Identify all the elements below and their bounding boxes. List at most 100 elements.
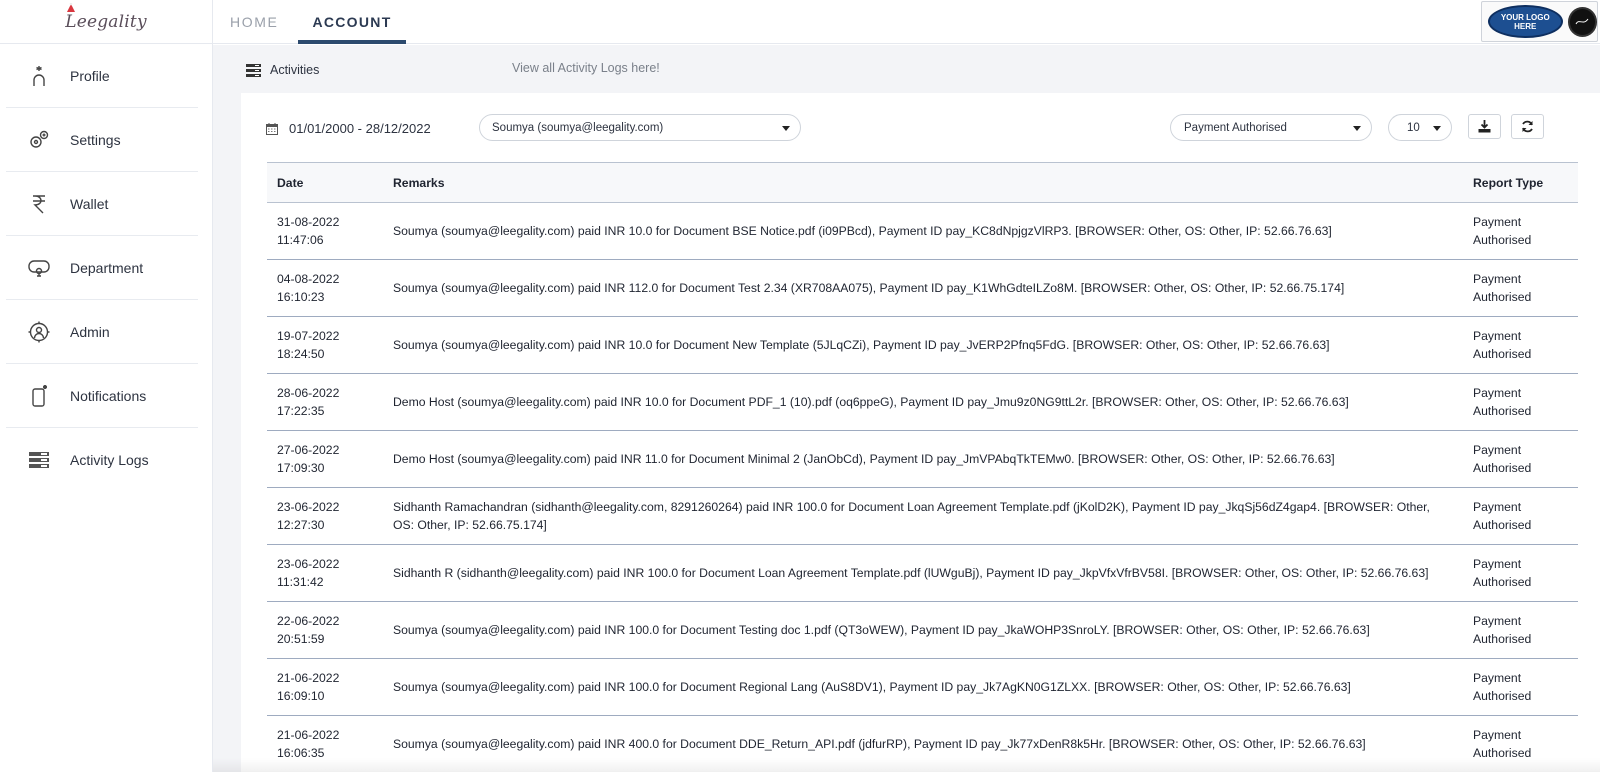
date-range-value: 01/01/2000 - 28/12/2022 (289, 121, 431, 136)
cell-remarks: Soumya (soumya@leegality.com) paid INR 1… (393, 281, 1345, 295)
column-header-report-type[interactable]: Report Type (1463, 163, 1578, 203)
activity-log-card: 01/01/2000 - 28/12/2022 Soumya (soumya@l… (241, 93, 1600, 772)
report-type-value: Payment Authorised (1184, 121, 1287, 134)
cell-report-type: Payment Authorised (1473, 329, 1532, 361)
cell-remarks: Demo Host (soumya@leegality.com) paid IN… (393, 395, 1349, 409)
cell-remarks: Soumya (soumya@leegality.com) paid INR 1… (393, 623, 1370, 637)
table-row: 21-06-2022 16:06:35 Soumya (soumya@leega… (267, 716, 1578, 772)
cell-report-type: Payment Authorised (1473, 443, 1532, 475)
activity-logs-icon (26, 447, 52, 473)
sidebar-item-settings[interactable]: Settings (6, 108, 198, 172)
sidebar-item-profile[interactable]: Profile (6, 44, 198, 108)
santa-hat-icon (67, 2, 76, 12)
cell-report-type: Payment Authorised (1473, 272, 1532, 304)
cell-remarks: Soumya (soumya@leegality.com) paid INR 4… (393, 737, 1366, 751)
report-type-select[interactable]: Payment Authorised (1170, 114, 1372, 141)
cell-remarks: Soumya (soumya@leegality.com) paid INR 1… (393, 680, 1351, 694)
cell-date: 28-06-2022 17:22:35 (277, 386, 340, 418)
refresh-icon (1522, 120, 1533, 133)
sidebar-item-label: Admin (70, 323, 110, 340)
sidebar-item-activity-logs[interactable]: Activity Logs (6, 428, 198, 492)
table-row: 31-08-2022 11:47:06 Soumya (soumya@leega… (267, 203, 1578, 260)
sidebar-item-label: Profile (70, 67, 110, 84)
chevron-down-icon (782, 126, 790, 131)
department-icon (26, 255, 52, 281)
cell-date: 27-06-2022 17:09:30 (277, 443, 340, 475)
activity-table: Date Remarks Report Type 31-08-2022 11:4… (267, 162, 1578, 772)
your-logo-here-badge: YOUR LOGO HERE (1488, 5, 1563, 38)
download-button[interactable] (1468, 114, 1501, 139)
top-navigation: HOME ACCOUNT YOUR LOGO HERE (213, 0, 1600, 44)
profile-icon (26, 63, 52, 89)
table-row: 28-06-2022 17:22:35 Demo Host (soumya@le… (267, 374, 1578, 431)
user-select-value: Soumya (soumya@leegality.com) (492, 121, 664, 134)
cell-remarks: Sidhanth R (sidhanth@leegality.com) paid… (393, 566, 1429, 580)
date-range-picker[interactable]: 01/01/2000 - 28/12/2022 (266, 121, 431, 136)
cell-date: 22-06-2022 20:51:59 (277, 614, 340, 646)
sidebar-item-label: Wallet (70, 195, 109, 212)
column-header-remarks[interactable]: Remarks (383, 163, 1463, 203)
sidebar-nav: Profile Settings Wallet Department Admin (0, 44, 212, 492)
cell-report-type: Payment Authorised (1473, 215, 1532, 247)
cell-report-type: Payment Authorised (1473, 614, 1532, 646)
user-select[interactable]: Soumya (soumya@leegality.com) (479, 114, 801, 141)
sidebar-item-label: Activity Logs (70, 452, 149, 468)
sidebar-item-notifications[interactable]: Notifications (6, 364, 198, 428)
calendar-icon (266, 122, 278, 135)
table-header-row: Date Remarks Report Type (267, 162, 1578, 203)
sidebar-item-label: Department (70, 259, 144, 276)
sidebar-item-admin[interactable]: Admin (6, 300, 198, 364)
table-row: 23-06-2022 12:27:30 Sidhanth Ramachandra… (267, 488, 1578, 545)
chevron-down-icon (1353, 126, 1361, 131)
table-row: 19-07-2022 18:24:50 Soumya (soumya@leega… (267, 317, 1578, 374)
cell-date: 21-06-2022 16:06:35 (277, 728, 340, 760)
client-logo[interactable]: YOUR LOGO HERE (1481, 1, 1598, 42)
table-row: 22-06-2022 20:51:59 Soumya (soumya@leega… (267, 602, 1578, 659)
cell-date: 21-06-2022 16:09:10 (277, 671, 340, 703)
sidebar-item-label: Notifications (70, 387, 147, 404)
settings-icon (26, 127, 52, 153)
chevron-down-icon (1433, 126, 1441, 131)
cell-date: 23-06-2022 12:27:30 (277, 500, 340, 532)
cell-remarks: Soumya (soumya@leegality.com) paid INR 1… (393, 224, 1332, 238)
admin-icon (26, 319, 52, 345)
sidebar: Leegality Profile Settings Wallet Depart… (0, 0, 213, 772)
cell-date: 19-07-2022 18:24:50 (277, 329, 340, 361)
main-content: Activities View all Activity Logs here! … (213, 45, 1600, 772)
sidebar-item-label: Settings (70, 131, 121, 148)
cell-remarks: Sidhanth Ramachandran (sidhanth@leegalit… (393, 500, 1430, 532)
table-row: 04-08-2022 16:10:23 Soumya (soumya@leega… (267, 260, 1578, 317)
table-row: 27-06-2022 17:09:30 Demo Host (soumya@le… (267, 431, 1578, 488)
cell-remarks: Soumya (soumya@leegality.com) paid INR 1… (393, 338, 1330, 352)
column-header-date[interactable]: Date (267, 163, 383, 203)
filter-bar: 01/01/2000 - 28/12/2022 Soumya (soumya@l… (241, 93, 1600, 163)
cell-report-type: Payment Authorised (1473, 500, 1532, 532)
cell-report-type: Payment Authorised (1473, 728, 1532, 760)
cell-date: 31-08-2022 11:47:06 (277, 215, 340, 247)
tab-home[interactable]: HOME (230, 0, 278, 44)
activities-icon (246, 63, 261, 77)
cell-report-type: Payment Authorised (1473, 557, 1532, 589)
brand-header: Leegality (0, 0, 212, 44)
round-logo-icon (1567, 6, 1597, 37)
brand-logo[interactable]: Leegality (65, 2, 147, 32)
table-row: 21-06-2022 16:09:10 Soumya (soumya@leega… (267, 659, 1578, 716)
cell-remarks: Demo Host (soumya@leegality.com) paid IN… (393, 452, 1335, 466)
notifications-icon (26, 383, 52, 409)
refresh-button[interactable] (1511, 114, 1544, 139)
cell-report-type: Payment Authorised (1473, 386, 1532, 418)
page-size-select[interactable]: 10 (1388, 114, 1452, 141)
section-title: Activities (270, 63, 320, 77)
sidebar-item-department[interactable]: Department (6, 236, 198, 300)
view-all-text: View all Activity Logs here! (512, 61, 660, 75)
wallet-icon (26, 191, 52, 217)
sidebar-item-wallet[interactable]: Wallet (6, 172, 198, 236)
table-row: 23-06-2022 11:31:42 Sidhanth R (sidhanth… (267, 545, 1578, 602)
cell-report-type: Payment Authorised (1473, 671, 1532, 703)
download-icon (1478, 120, 1491, 133)
activity-table-container: Date Remarks Report Type 31-08-2022 11:4… (267, 162, 1578, 772)
page-size-value: 10 (1407, 121, 1420, 134)
activities-header: Activities (246, 63, 319, 77)
tab-account[interactable]: ACCOUNT (298, 0, 406, 44)
cell-date: 04-08-2022 16:10:23 (277, 272, 340, 304)
